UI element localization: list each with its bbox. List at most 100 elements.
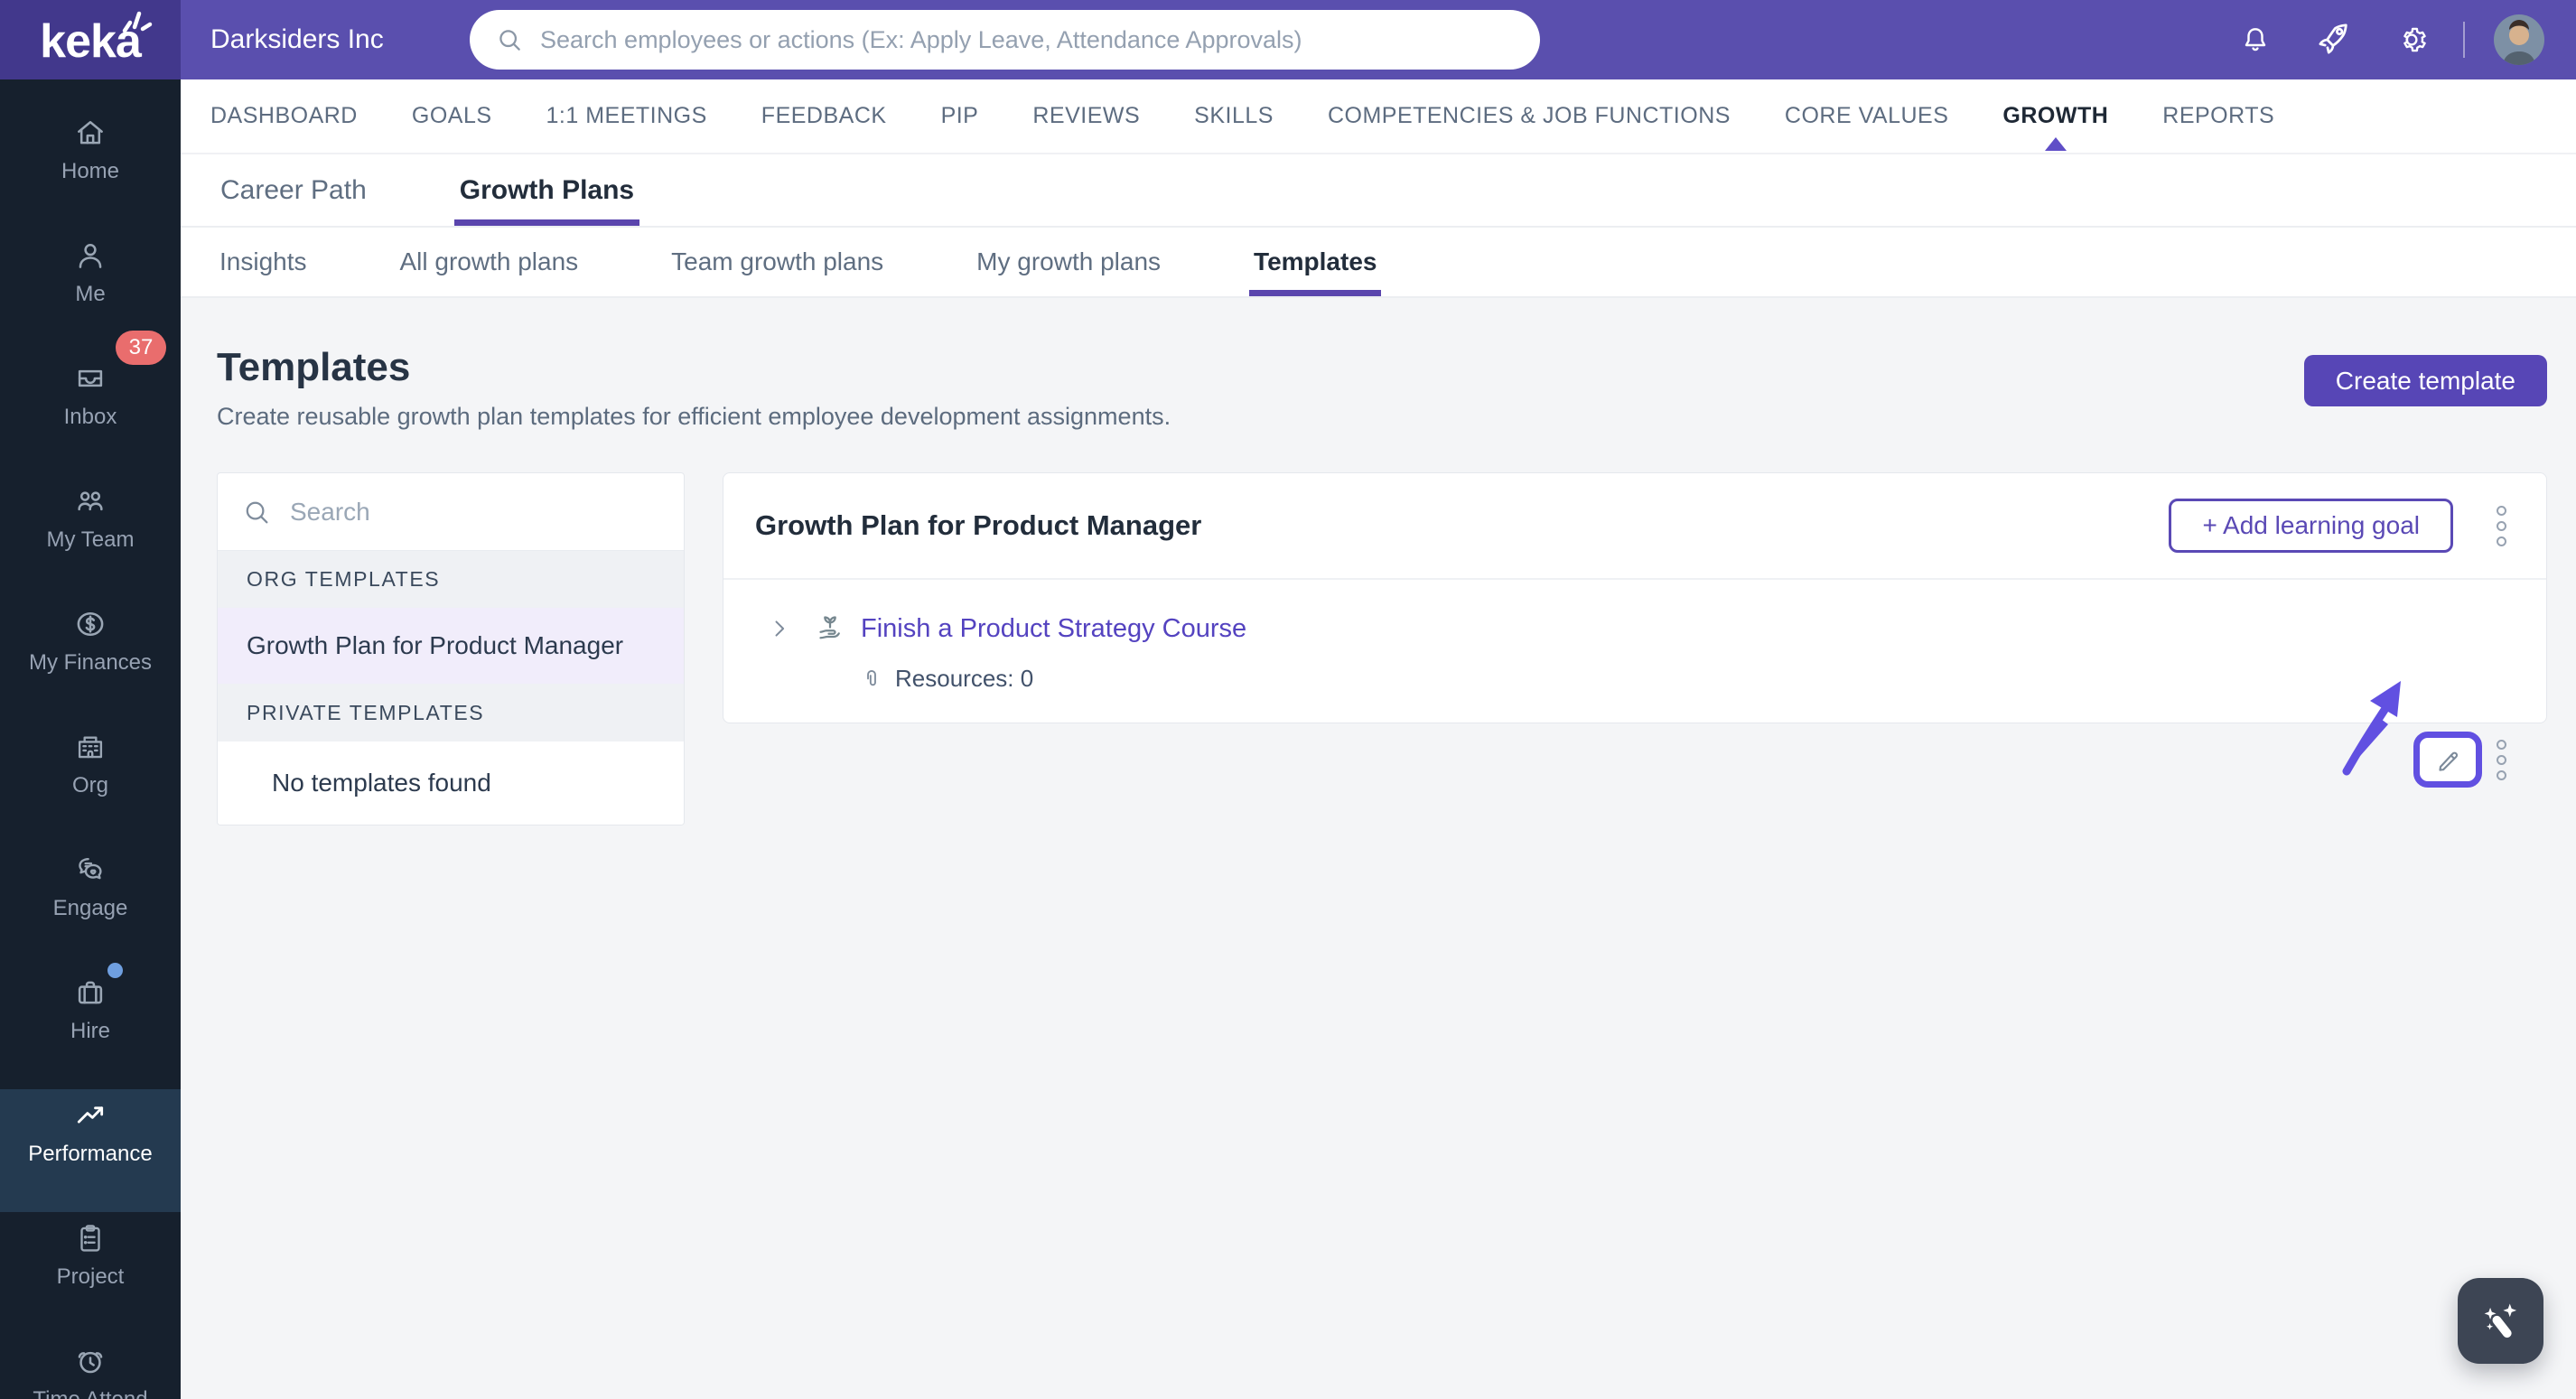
template-detail-header: Growth Plan for Product Manager + Add le… bbox=[723, 473, 2546, 581]
tab-reviews[interactable]: REVIEWS bbox=[1032, 79, 1140, 153]
goal-actions bbox=[2413, 732, 2510, 788]
templates-content: ORG TEMPLATES Growth Plan for Product Ma… bbox=[217, 472, 2547, 826]
tab-team-growth-plans[interactable]: Team growth plans bbox=[668, 228, 886, 296]
logo-spark-icon bbox=[122, 11, 153, 33]
magic-wand-icon bbox=[2484, 1303, 2516, 1338]
edit-goal-button[interactable] bbox=[2413, 732, 2482, 788]
keka-app-window: keka Darksiders Inc Search employees or … bbox=[0, 0, 2576, 1399]
sidebar-item-label: My Team bbox=[46, 527, 135, 552]
template-detail-card: Growth Plan for Product Manager + Add le… bbox=[723, 472, 2547, 788]
tab-core-values[interactable]: CORE VALUES bbox=[1785, 79, 1948, 153]
user-icon bbox=[73, 238, 107, 273]
tab-insights[interactable]: Insights bbox=[217, 228, 310, 296]
templates-page: Templates Create reusable growth plan te… bbox=[181, 345, 2576, 826]
paperclip-icon bbox=[867, 669, 876, 686]
company-name: Darksiders Inc bbox=[210, 24, 384, 54]
tab-my-growth-plans[interactable]: My growth plans bbox=[974, 228, 1163, 296]
topbar-actions bbox=[2239, 0, 2576, 79]
tab-dashboard[interactable]: DASHBOARD bbox=[210, 79, 358, 153]
user-avatar[interactable] bbox=[2494, 14, 2544, 65]
goal-kebab-menu-icon[interactable] bbox=[2493, 736, 2510, 784]
sidebar: Home Me 37 Inbox My Team My Finances Org… bbox=[0, 79, 181, 1399]
chevron-right-icon[interactable] bbox=[767, 616, 792, 641]
sidebar-item-label: Time Attend bbox=[33, 1387, 147, 1399]
global-search[interactable] bbox=[470, 10, 1540, 70]
global-search-input[interactable] bbox=[538, 24, 1518, 55]
topbar-divider bbox=[2463, 22, 2465, 58]
main-content: DASHBOARD GOALS 1:1 MEETINGS FEEDBACK PI… bbox=[181, 79, 2576, 1399]
tab-competencies-job-functions[interactable]: COMPETENCIES & JOB FUNCTIONS bbox=[1328, 79, 1731, 153]
sidebar-item-label: Project bbox=[56, 1264, 125, 1289]
tab-all-growth-plans[interactable]: All growth plans bbox=[397, 228, 582, 296]
hire-notification-dot bbox=[107, 963, 123, 978]
sidebar-item-project[interactable]: Project bbox=[0, 1212, 181, 1335]
rocket-icon[interactable] bbox=[2313, 20, 2353, 60]
tab-growth-plans[interactable]: Growth Plans bbox=[453, 154, 640, 226]
team-icon bbox=[73, 484, 107, 518]
alarm-clock-icon bbox=[73, 1344, 107, 1378]
tab-reports[interactable]: REPORTS bbox=[2162, 79, 2274, 153]
sidebar-item-my-team[interactable]: My Team bbox=[0, 475, 181, 598]
ai-assistant-button[interactable] bbox=[2458, 1278, 2543, 1364]
sidebar-item-hire[interactable]: Hire bbox=[0, 963, 181, 1089]
edit-pencil-icon bbox=[2439, 751, 2459, 772]
search-icon bbox=[246, 501, 268, 524]
learning-goal-row: Finish a Product Strategy Course Resourc… bbox=[723, 580, 2546, 788]
tab-templates[interactable]: Templates bbox=[1249, 228, 1382, 296]
tab-pip[interactable]: PIP bbox=[941, 79, 979, 153]
keka-logo[interactable]: keka bbox=[0, 0, 181, 79]
inbox-unread-badge: 37 bbox=[116, 331, 166, 365]
settings-gear-icon[interactable] bbox=[2394, 23, 2429, 57]
chat-bubbles-icon bbox=[73, 853, 107, 887]
tab-growth[interactable]: GROWTH bbox=[2002, 79, 2108, 153]
sidebar-item-label: Inbox bbox=[63, 405, 117, 429]
tab-1-1-meetings[interactable]: 1:1 MEETINGS bbox=[546, 79, 707, 153]
topbar: keka Darksiders Inc bbox=[0, 0, 2576, 79]
sidebar-item-org[interactable]: Org bbox=[0, 721, 181, 844]
templates-search[interactable] bbox=[218, 473, 684, 552]
search-icon bbox=[499, 30, 520, 51]
performance-nav-tabs: DASHBOARD GOALS 1:1 MEETINGS FEEDBACK PI… bbox=[181, 79, 2576, 154]
sidebar-item-label: Performance bbox=[28, 1142, 153, 1166]
sidebar-item-performance[interactable]: Performance bbox=[0, 1089, 181, 1212]
growth-subnav: Career Path Growth Plans bbox=[181, 154, 2576, 228]
growth-sprout-icon bbox=[819, 616, 840, 639]
tab-skills[interactable]: SKILLS bbox=[1194, 79, 1274, 153]
sidebar-item-home[interactable]: Home bbox=[0, 107, 181, 229]
sidebar-item-label: Engage bbox=[52, 896, 128, 920]
template-kebab-menu-icon[interactable] bbox=[2493, 502, 2510, 550]
page-title: Templates bbox=[217, 345, 411, 389]
dollar-circle-icon bbox=[73, 607, 107, 641]
tab-goals[interactable]: GOALS bbox=[412, 79, 492, 153]
tab-feedback[interactable]: FEEDBACK bbox=[761, 79, 887, 153]
goal-resources: Resources: 0 bbox=[859, 665, 2546, 693]
sidebar-item-label: My Finances bbox=[28, 650, 153, 675]
resources-count-label: Resources: 0 bbox=[895, 665, 1034, 693]
learning-goal-title[interactable]: Finish a Product Strategy Course bbox=[861, 614, 1246, 644]
sidebar-item-inbox[interactable]: 37 Inbox bbox=[0, 331, 181, 475]
tab-career-path[interactable]: Career Path bbox=[217, 154, 370, 226]
template-list-item[interactable]: Growth Plan for Product Manager bbox=[218, 608, 684, 685]
add-learning-goal-button[interactable]: + Add learning goal bbox=[2169, 499, 2453, 554]
templates-list-panel: ORG TEMPLATES Growth Plan for Product Ma… bbox=[217, 472, 685, 826]
sidebar-item-my-finances[interactable]: My Finances bbox=[0, 598, 181, 721]
active-tab-caret bbox=[2044, 137, 2067, 151]
templates-search-input[interactable] bbox=[288, 496, 660, 527]
sidebar-item-engage[interactable]: Engage bbox=[0, 844, 181, 966]
page-head: Templates Create reusable growth plan te… bbox=[217, 345, 2547, 431]
sidebar-item-label: Hire bbox=[70, 1019, 110, 1043]
sidebar-item-time-attend[interactable]: Time Attend bbox=[0, 1335, 181, 1399]
org-templates-header: ORG TEMPLATES bbox=[218, 551, 684, 609]
building-icon bbox=[73, 730, 107, 764]
notifications-bell-icon[interactable] bbox=[2239, 22, 2272, 58]
sidebar-item-label: Me bbox=[75, 282, 106, 306]
sidebar-item-label: Org bbox=[71, 773, 108, 797]
growth-plans-subnav: Insights All growth plans Team growth pl… bbox=[181, 228, 2576, 298]
sidebar-item-label: Home bbox=[61, 159, 120, 183]
trending-up-icon bbox=[73, 1098, 107, 1133]
briefcase-icon bbox=[73, 975, 107, 1010]
create-template-button[interactable]: Create template bbox=[2303, 355, 2547, 406]
template-title: Growth Plan for Product Manager bbox=[755, 509, 1202, 542]
clipboard-icon bbox=[73, 1221, 107, 1255]
home-icon bbox=[73, 116, 107, 150]
